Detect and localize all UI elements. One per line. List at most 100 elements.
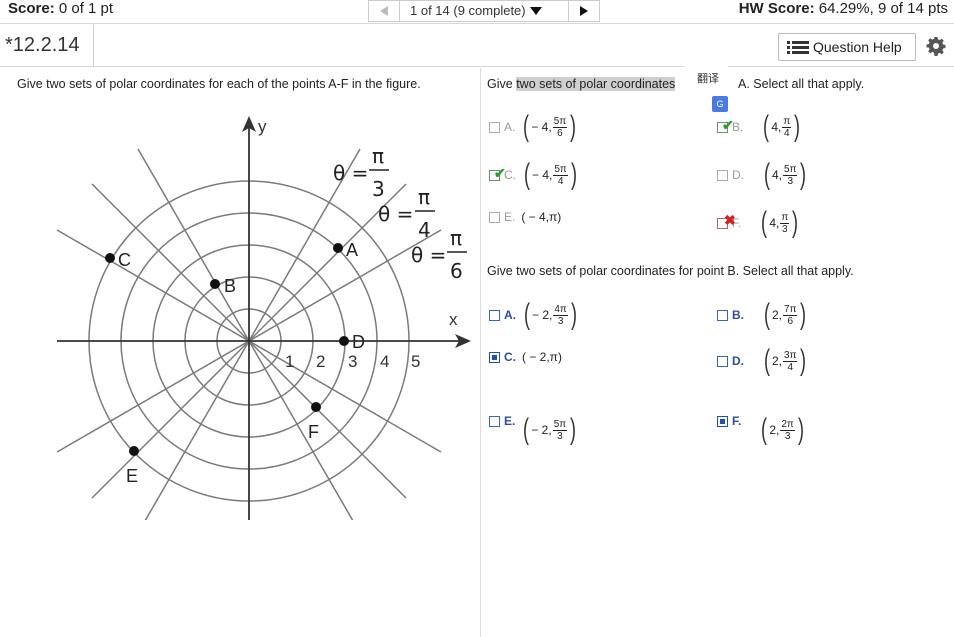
figure-instruction: Give two sets of polar coordinates for e… xyxy=(17,77,421,91)
option-den: 6 xyxy=(787,315,794,327)
polar-figure: y x 1 2 3 4 5 θ = π 3 θ = π 4 θ = π 6 A … xyxy=(56,116,471,520)
option-den: 3 xyxy=(784,430,791,442)
checkbox[interactable] xyxy=(717,355,728,367)
option-letter: A. xyxy=(504,308,516,322)
checkbox[interactable] xyxy=(489,121,500,133)
part-b-option-c[interactable]: C. ( − 2,π) xyxy=(489,350,562,364)
option-letter: E. xyxy=(504,210,516,224)
option-pre: 2, xyxy=(772,354,783,368)
part-a-option-e[interactable]: E. ( − 4,π) xyxy=(489,210,561,224)
part-a-instruction-pre: Give xyxy=(487,77,513,91)
option-expression: ( − 2,π) xyxy=(522,350,562,364)
checkbox[interactable]: ✔ xyxy=(717,117,734,133)
option-den: 3 xyxy=(557,430,563,442)
top-bar: Score: 0 of 1 pt 1 of 14 (9 complete) HW… xyxy=(0,0,954,24)
checkbox[interactable] xyxy=(717,415,728,427)
score-label: Score: xyxy=(8,0,55,17)
option-pre: − 2, xyxy=(532,308,553,322)
checkbox[interactable]: ✔ xyxy=(489,165,506,181)
part-a-option-a[interactable]: A. (− 4, 5π 6) xyxy=(489,112,578,142)
option-den: 3 xyxy=(557,315,564,327)
translate-popup[interactable]: 翻译 G xyxy=(684,66,728,114)
angle-label-pi6-den: 6 xyxy=(450,259,463,283)
option-num: 4π xyxy=(553,303,568,316)
option-expression: (2, 3π 4) xyxy=(764,344,807,377)
checkbox[interactable] xyxy=(717,309,728,321)
option-expression: (4, π 3) xyxy=(761,206,799,239)
y-axis-label: y xyxy=(258,117,267,136)
part-a-option-b[interactable]: ✔ B. (4, π 4) xyxy=(717,112,802,142)
x-axis-label: x xyxy=(449,310,458,329)
part-a-option-d[interactable]: D. (4, 5π 3) xyxy=(717,160,808,190)
tick-4: 4 xyxy=(380,352,389,371)
option-den: 4 xyxy=(784,127,790,139)
part-b-option-a[interactable]: A. (− 2, 4π 3) xyxy=(489,300,579,330)
part-b-option-d[interactable]: D. (2, 3π 4) xyxy=(717,346,808,376)
option-pre: 2, xyxy=(769,423,780,437)
gear-icon[interactable] xyxy=(926,36,946,56)
option-expression: (2, 2π 3) xyxy=(761,413,804,446)
checkbox[interactable] xyxy=(489,351,500,363)
point-e xyxy=(129,446,139,456)
option-num: 5π xyxy=(552,115,568,128)
option-den: 3 xyxy=(787,175,794,187)
option-expression: ( − 4,π) xyxy=(521,210,562,224)
option-letter: B. xyxy=(732,308,744,322)
part-a-option-c[interactable]: ✔ C. (− 4, 5π 4) xyxy=(489,160,579,190)
checkbox[interactable] xyxy=(489,415,500,427)
point-c-label: C xyxy=(118,250,131,270)
hw-score-label: HW Score: xyxy=(738,0,815,17)
question-selector[interactable]: 1 of 14 (9 complete) xyxy=(400,0,568,22)
part-a-option-f[interactable]: ✖ F. (4, π 3) xyxy=(717,208,800,238)
next-question-button[interactable] xyxy=(568,0,600,22)
checkbox[interactable] xyxy=(489,309,500,321)
option-num: 5π xyxy=(783,163,798,176)
angle-label-pi3-theta: θ = xyxy=(333,161,368,185)
point-f-label: F xyxy=(308,422,319,442)
option-pre: 2, xyxy=(772,308,783,322)
option-expression: (− 4, 5π 4) xyxy=(524,158,577,191)
score: Score: 0 of 1 pt xyxy=(8,0,113,18)
part-a-instruction-highlight: two sets of polar coordinates xyxy=(516,77,676,91)
angle-label-pi3-num: π xyxy=(372,144,384,168)
option-num: π xyxy=(782,115,792,128)
caret-down-icon xyxy=(529,7,542,15)
checkbox[interactable]: ✖ xyxy=(717,212,736,229)
option-pre: 4, xyxy=(771,120,782,134)
part-b-option-b[interactable]: B. (2, 7π 6) xyxy=(717,300,808,330)
hw-score: HW Score: 64.29%, 9 of 14 pts xyxy=(739,0,948,18)
option-expression: (2, 7π 6) xyxy=(764,298,807,331)
checkbox[interactable] xyxy=(717,169,728,181)
option-den: 4 xyxy=(557,175,564,187)
option-den: 4 xyxy=(787,361,794,373)
list-icon xyxy=(787,41,809,54)
option-num: 3π xyxy=(783,349,798,362)
angle-label-pi4-den: 4 xyxy=(418,218,431,242)
option-expression: (4, π 4) xyxy=(763,110,801,143)
angle-label-pi4-num: π xyxy=(418,185,430,209)
angle-label-pi6-num: π xyxy=(450,226,462,250)
option-letter: A. xyxy=(504,120,516,134)
option-letter: D. xyxy=(732,354,744,368)
checkbox[interactable] xyxy=(489,211,500,223)
part-b-option-f[interactable]: F. (2, 2π 3) xyxy=(717,397,806,445)
option-num: 7π xyxy=(783,303,798,316)
check-mark-icon: ✔ xyxy=(722,116,734,133)
option-pre: 4, xyxy=(772,168,783,182)
previous-question-button[interactable] xyxy=(368,0,400,22)
option-letter: C. xyxy=(504,350,516,364)
part-a-instruction: Give two sets of polar coordinates xyxy=(487,77,676,91)
x-mark-icon: ✖ xyxy=(724,211,736,228)
option-letter: D. xyxy=(732,168,744,182)
option-den: 3 xyxy=(782,223,788,235)
option-expression: (4, 5π 3) xyxy=(764,158,807,191)
score-value: 0 of 1 pt xyxy=(58,0,114,17)
tick-2: 2 xyxy=(316,352,325,371)
question-help-button[interactable]: Question Help xyxy=(778,33,916,61)
triangle-left-icon xyxy=(380,6,388,16)
point-d xyxy=(339,336,349,346)
option-pre: − 4, xyxy=(531,120,552,134)
part-b-option-e[interactable]: E. (− 2, 5π 3) xyxy=(489,397,578,445)
point-a xyxy=(333,243,343,253)
panel-divider xyxy=(480,68,481,637)
